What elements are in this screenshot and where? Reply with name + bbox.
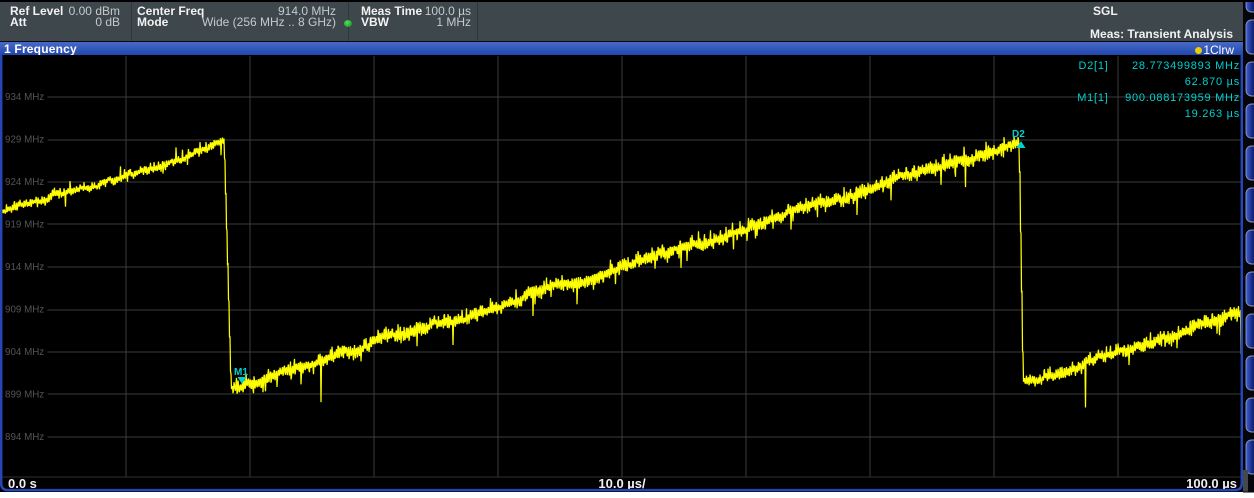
svg-text:934 MHz: 934 MHz — [5, 92, 44, 103]
svg-text:28.773499893 MHz: 28.773499893 MHz — [1132, 60, 1240, 72]
svg-text:929 MHz: 929 MHz — [5, 135, 44, 146]
svg-text:904 MHz: 904 MHz — [5, 347, 44, 358]
svg-text:919 MHz: 919 MHz — [5, 220, 44, 231]
svg-text:899 MHz: 899 MHz — [5, 390, 44, 401]
svg-text:62.870 µs: 62.870 µs — [1185, 76, 1240, 88]
svg-text:909 MHz: 909 MHz — [5, 305, 44, 316]
svg-text:900.088173959 MHz: 900.088173959 MHz — [1125, 92, 1240, 104]
svg-text:100.0 µs: 100.0 µs — [1186, 476, 1237, 491]
svg-text:0.0 s: 0.0 s — [8, 476, 37, 491]
svg-text:894 MHz: 894 MHz — [5, 432, 44, 443]
svg-text:10.0 µs/: 10.0 µs/ — [598, 476, 646, 491]
svg-text:924 MHz: 924 MHz — [5, 177, 44, 188]
svg-text:914 MHz: 914 MHz — [5, 262, 44, 273]
svg-text:M1[1]: M1[1] — [1077, 92, 1108, 104]
svg-text:M1: M1 — [234, 367, 248, 378]
svg-text:D2: D2 — [1012, 129, 1025, 140]
svg-text:D2[1]: D2[1] — [1078, 60, 1108, 72]
svg-text:19.263 µs: 19.263 µs — [1185, 108, 1240, 120]
